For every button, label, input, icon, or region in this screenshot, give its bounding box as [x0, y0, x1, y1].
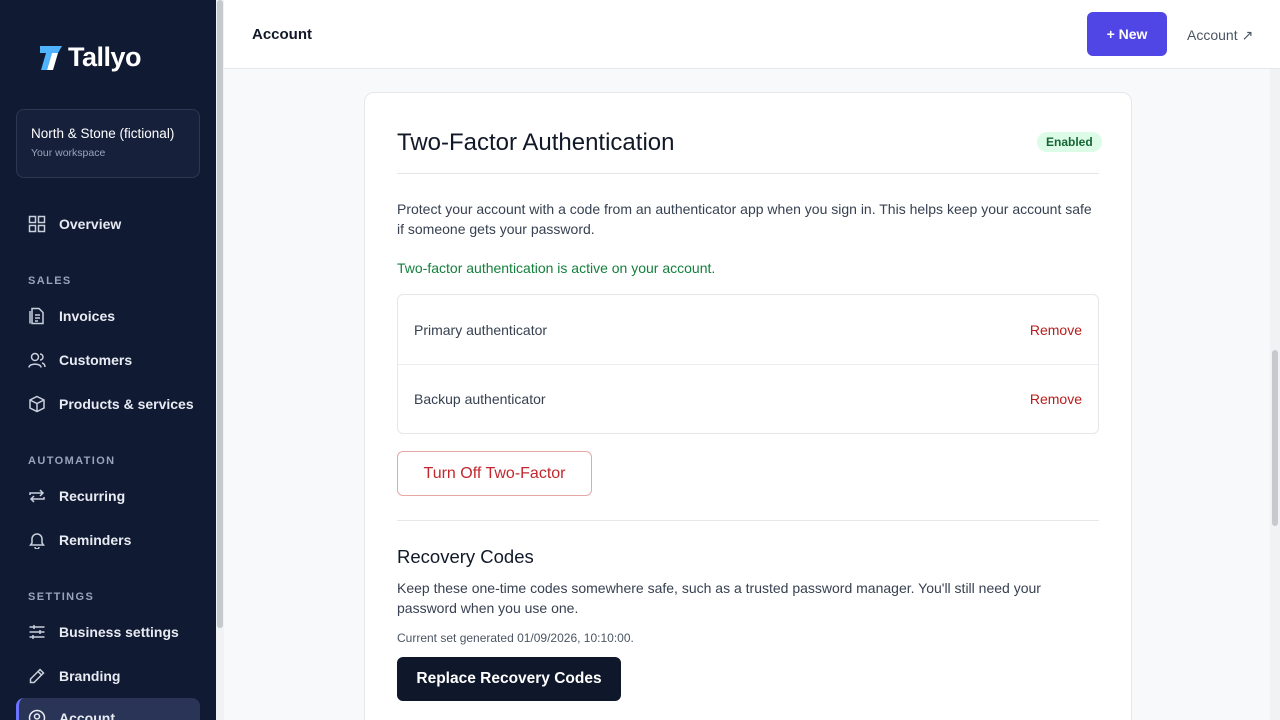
sidebar-item-recurring[interactable]: Recurring	[16, 476, 200, 516]
sidebar-item-business-settings[interactable]: Business settings	[16, 612, 200, 652]
main-scrollbar-thumb[interactable]	[1272, 350, 1278, 526]
invoice-icon	[28, 307, 46, 325]
sidebar-item-customers[interactable]: Customers	[16, 340, 200, 380]
brand-name: Tallyo	[68, 42, 142, 72]
divider	[397, 520, 1099, 521]
workspace-switcher[interactable]: North & Stone (fictional) Your workspace	[16, 109, 200, 178]
sidebar-item-label: Products & services	[59, 396, 194, 412]
bell-icon	[28, 531, 46, 549]
sidebar-scrollbar[interactable]	[216, 0, 224, 720]
sidebar-item-overview[interactable]: Overview	[16, 204, 200, 244]
list-item: Backup authenticator Remove	[398, 364, 1098, 433]
sidebar-item-branding[interactable]: Branding	[16, 656, 200, 696]
recovery-codes-description: Keep these one-time codes somewhere safe…	[397, 580, 1041, 616]
sidebar-item-account[interactable]: Account	[16, 698, 200, 720]
authenticator-name: Primary authenticator	[414, 321, 548, 338]
new-button[interactable]: + New	[1087, 12, 1167, 56]
sidebar-scrollbar-thumb[interactable]	[217, 0, 223, 628]
sidebar-item-reminders[interactable]: Reminders	[16, 520, 200, 560]
sidebar-item-label: Reminders	[59, 532, 132, 548]
repeat-icon	[28, 487, 46, 505]
user-circle-icon	[28, 709, 46, 720]
sidebar-item-label: Account	[59, 710, 115, 720]
sliders-icon	[28, 623, 46, 641]
divider	[397, 173, 1099, 174]
sidebar-item-label: Invoices	[59, 308, 116, 324]
list-item: Primary authenticator Remove	[398, 295, 1098, 364]
logo[interactable]: Tallyo	[38, 42, 142, 73]
two-factor-card: Two-Factor Authentication Enabled Protec…	[364, 92, 1132, 720]
box-icon	[28, 395, 46, 413]
two-factor-active-note: Two-factor authentication is active on y…	[397, 260, 716, 276]
sidebar-item-label: Recurring	[59, 488, 126, 504]
workspace-name: North & Stone (fictional)	[31, 126, 175, 141]
pen-icon	[28, 667, 46, 685]
recovery-codes-title: Recovery Codes	[397, 546, 534, 567]
remove-primary-authenticator-button[interactable]: Remove	[1030, 322, 1082, 338]
sidebar-item-label: Overview	[59, 216, 122, 232]
account-link[interactable]: Account ↗	[1187, 27, 1253, 44]
sidebar-item-label: Branding	[59, 668, 121, 684]
tallyo-logo-icon	[40, 45, 62, 70]
users-icon	[28, 351, 46, 369]
sidebar-item-products[interactable]: Products & services	[16, 384, 200, 424]
status-badge: Enabled	[1037, 132, 1102, 152]
authenticator-name: Backup authenticator	[414, 391, 546, 407]
sidebar-item-label: Business settings	[59, 624, 179, 640]
sidebar: Tallyo North & Stone (fictional) Your wo…	[0, 0, 216, 720]
sidebar-item-label: Customers	[59, 352, 133, 368]
two-factor-description: Protect your account with a code from an…	[397, 201, 1092, 237]
remove-backup-authenticator-button[interactable]: Remove	[1030, 391, 1082, 407]
section-label-automation: AUTOMATION	[28, 455, 116, 467]
authenticator-list: Primary authenticator Remove Backup auth…	[397, 294, 1099, 434]
sidebar-item-invoices[interactable]: Invoices	[16, 296, 200, 336]
top-bar: Account + New Account ↗	[224, 0, 1280, 69]
page-title: Account	[252, 26, 312, 43]
grid-icon	[28, 215, 46, 233]
main-scrollbar[interactable]	[1270, 69, 1280, 720]
recovery-codes-generated: Current set generated 01/09/2026, 10:10:…	[397, 631, 634, 645]
replace-recovery-codes-button[interactable]: Replace Recovery Codes	[397, 657, 621, 701]
section-label-settings: SETTINGS	[28, 591, 95, 603]
section-label-sales: SALES	[28, 275, 72, 287]
turn-off-two-factor-button[interactable]: Turn Off Two-Factor	[397, 451, 592, 496]
two-factor-title: Two-Factor Authentication	[397, 129, 675, 156]
workspace-subtitle: Your workspace	[31, 147, 106, 159]
